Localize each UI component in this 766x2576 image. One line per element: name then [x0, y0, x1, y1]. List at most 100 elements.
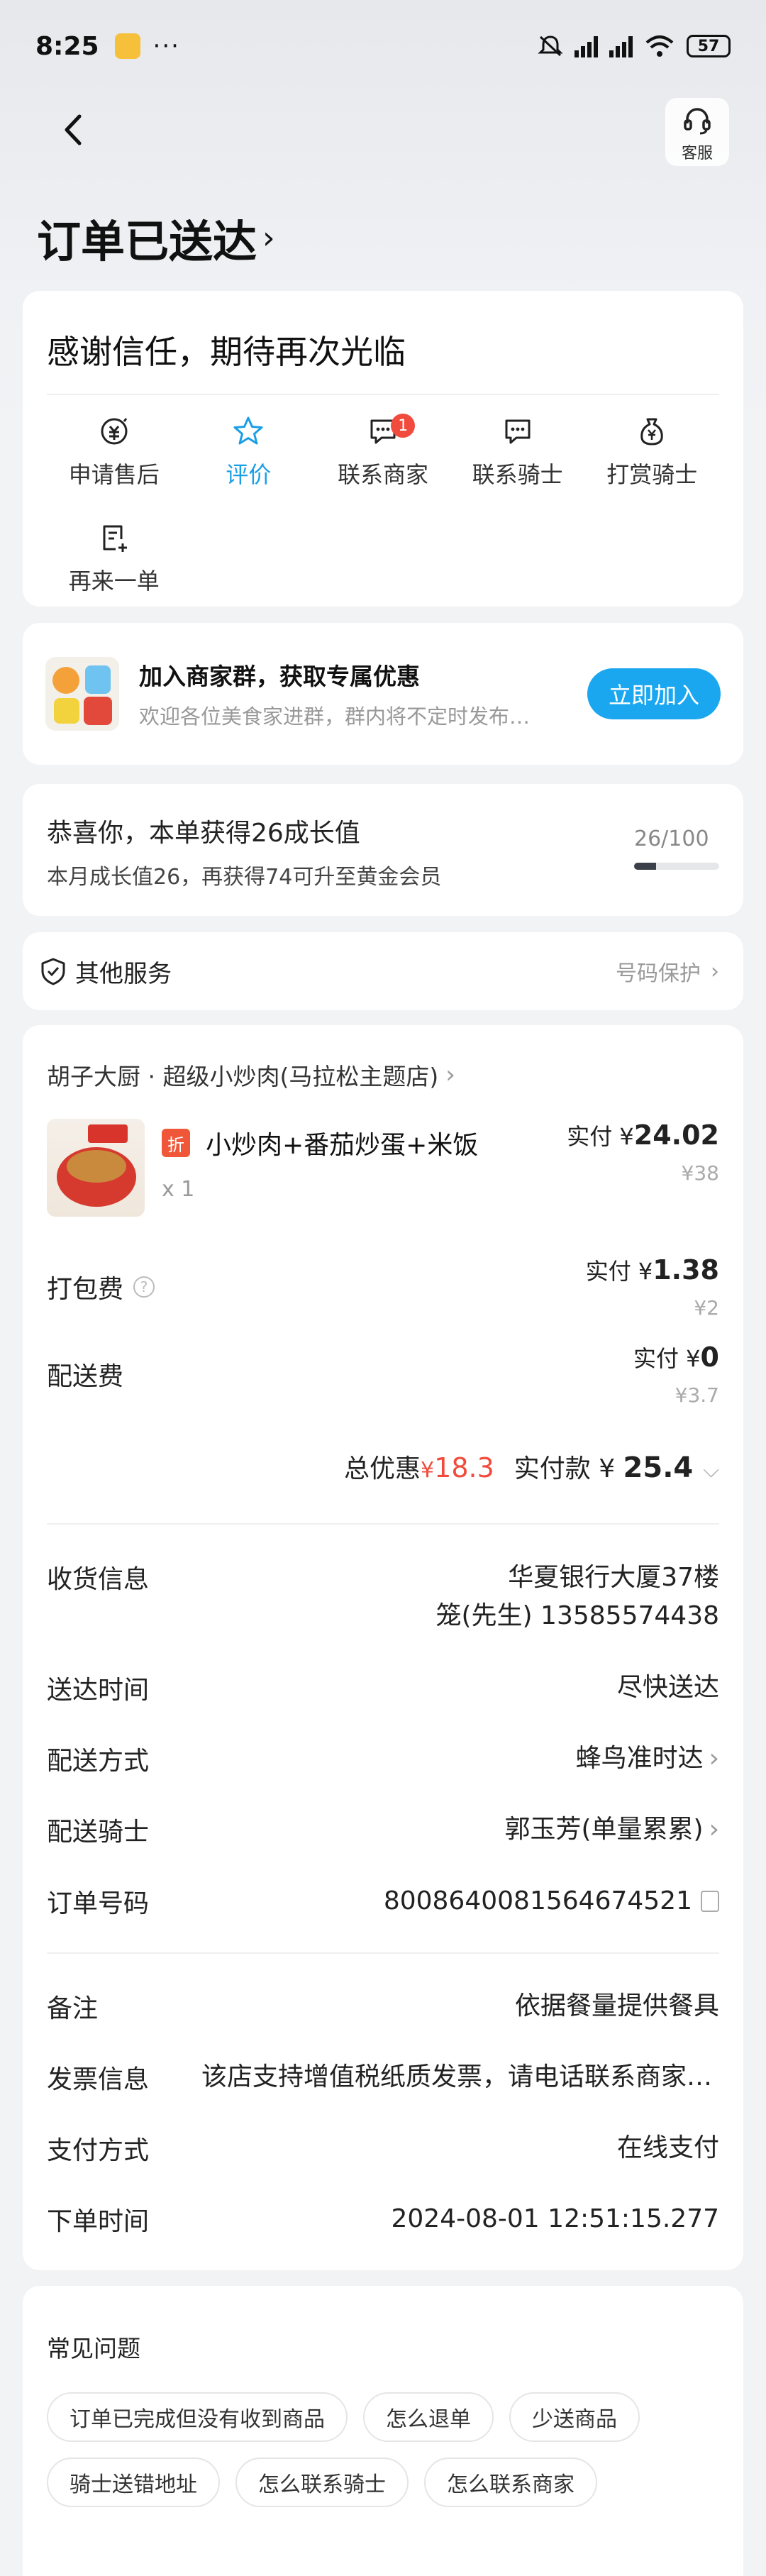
- payment-label: 支付方式: [47, 2136, 150, 2166]
- headset-icon: [684, 108, 711, 135]
- paid-prefix: 实付 ¥: [633, 1345, 701, 1372]
- item-original-price: ¥38: [681, 1161, 719, 1185]
- order-time-value: 2024-08-01 12:51:15.277: [391, 2204, 720, 2234]
- packing-fee-label: 打包费: [47, 1274, 124, 1304]
- faq-chip[interactable]: 怎么退单: [363, 2392, 494, 2442]
- action-label: 再来一单: [68, 568, 160, 595]
- group-title: 加入商家群，获取专属优惠: [139, 663, 420, 690]
- delivery-method-label: 配送方式: [47, 1747, 150, 1776]
- faq-card: 常见问题 订单已完成但没有收到商品 怎么退单 少送商品 骑士送错地址 怎么联系骑…: [23, 2286, 743, 2576]
- growth-subtitle: 本月成长值26，再获得74可升至黄金会员: [47, 865, 442, 890]
- invoice-row[interactable]: 发票信息 该店支持增值税纸质发票，请电话联系商家开具: [47, 2059, 719, 2096]
- item-name: 小炒肉+番茄炒蛋+米饭: [206, 1131, 479, 1160]
- payment-value: 在线支付: [616, 2133, 719, 2163]
- divider: [47, 1952, 719, 1954]
- group-thumbnail: [45, 657, 119, 731]
- total-discount: 18.3: [434, 1452, 494, 1483]
- after-sale-icon: [101, 418, 128, 445]
- order-time-row: 下单时间 2024-08-01 12:51:15.277: [47, 2201, 719, 2238]
- delivery-fee-label: 配送费: [47, 1361, 124, 1391]
- back-icon[interactable]: [57, 112, 92, 148]
- order-item[interactable]: 折 小炒肉+番茄炒蛋+米饭 x 1 实付 ¥24.02 ¥38: [47, 1119, 719, 1218]
- chevron-down-icon: ⌵: [703, 1458, 719, 1483]
- mute-icon: [538, 35, 563, 57]
- discount-currency: ¥: [421, 1458, 435, 1483]
- signal-icon-2: [609, 35, 633, 57]
- faq-chip[interactable]: 少送商品: [509, 2392, 640, 2442]
- order-number-label: 订单号码: [47, 1889, 150, 1918]
- delivery-time-row: 送达时间 尽快送达: [47, 1669, 719, 1706]
- total-discount-label: 总优惠: [344, 1454, 421, 1483]
- faq-chip[interactable]: 怎么联系骑士: [235, 2458, 409, 2507]
- page-title[interactable]: 订单已送达 ›: [37, 206, 275, 270]
- chevron-right-icon: ›: [709, 1815, 719, 1845]
- action-label: 联系商家: [337, 461, 428, 488]
- contact-rider-button[interactable]: 联系骑士: [450, 409, 585, 494]
- chat-icon: [505, 419, 531, 444]
- shield-check-icon: [41, 958, 65, 985]
- signal-icon: [574, 35, 598, 57]
- contact-value: 笼(先生) 13585574438: [435, 1601, 719, 1630]
- other-services-row[interactable]: 其他服务 号码保护 ›: [23, 932, 743, 1010]
- order-actions-card: 感谢信任，期待再次光临 申请售后 评价 1 联系商家 联系骑士 打赏骑士 再来一…: [23, 291, 743, 607]
- item-quantity: x 1: [162, 1177, 195, 1202]
- number-protection-label: 号码保护: [616, 961, 701, 986]
- wifi-icon: [645, 35, 674, 57]
- copy-icon[interactable]: [701, 1890, 719, 1912]
- other-services-title: 其他服务: [75, 959, 172, 988]
- order-totals[interactable]: 总优惠 ¥18.3 实付款 ¥ 25.4 ⌵: [47, 1448, 719, 1491]
- address-value: 华夏银行大厦37楼: [508, 1563, 719, 1592]
- notification-app-icon: [114, 33, 140, 59]
- customer-service-button[interactable]: 客服: [665, 98, 729, 166]
- delivery-method-row[interactable]: 配送方式 蜂鸟准时达 ›: [47, 1740, 719, 1777]
- total-paid-label: 实付款 ¥: [514, 1454, 623, 1483]
- invoice-label: 发票信息: [47, 2064, 150, 2094]
- tip-rider-button[interactable]: 打赏骑士: [584, 409, 719, 494]
- order-time-label: 下单时间: [47, 2207, 150, 2237]
- delivery-fee-row: 配送费 实付 ¥0 ¥3.7: [47, 1341, 719, 1407]
- money-bag-icon: [640, 418, 663, 446]
- shop-name-link[interactable]: 胡子大厨 · 超级小炒肉(马拉松主题店) ›: [47, 1025, 719, 1092]
- delivery-time-value: 尽快送达: [616, 1673, 719, 1702]
- invoice-value: 该店支持增值税纸质发票，请电话联系商家开具: [201, 2062, 719, 2091]
- paid-prefix: 实付 ¥: [567, 1123, 634, 1150]
- discount-tag: 折: [162, 1129, 190, 1157]
- paid-prefix: 实付 ¥: [585, 1258, 653, 1285]
- payment-row: 支付方式 在线支付: [47, 2130, 719, 2167]
- faq-chip[interactable]: 订单已完成但没有收到商品: [47, 2392, 348, 2442]
- delivery-fee-paid: 0: [700, 1342, 719, 1373]
- order-number-row: 订单号码 8008640081564674521: [47, 1883, 719, 1920]
- review-button[interactable]: 评价: [182, 409, 316, 494]
- contact-merchant-button[interactable]: 1 联系商家: [316, 409, 450, 494]
- join-group-button[interactable]: 立即加入: [587, 668, 721, 719]
- chevron-right-icon: ›: [709, 1744, 719, 1774]
- customer-service-label: 客服: [681, 145, 713, 162]
- faq-chip[interactable]: 怎么联系商家: [424, 2458, 597, 2507]
- reorder-button[interactable]: 再来一单: [47, 516, 182, 601]
- rider-row[interactable]: 配送骑士 郭玉芳(单量累累) ›: [47, 1811, 719, 1848]
- item-paid-price: 24.02: [633, 1120, 719, 1151]
- unread-badge: 1: [391, 414, 416, 438]
- growth-progress: 26/100: [634, 827, 719, 870]
- order-number-value: 8008640081564674521: [383, 1886, 692, 1916]
- growth-count: 26/100: [634, 827, 709, 851]
- delivery-time-label: 送达时间: [47, 1676, 150, 1705]
- status-bar: 8:25 ··· 57: [0, 0, 766, 92]
- note-label: 备注: [47, 1994, 99, 2023]
- delivery-fee-original: ¥3.7: [675, 1383, 719, 1407]
- action-label: 联系骑士: [472, 461, 563, 488]
- help-icon[interactable]: ?: [133, 1276, 155, 1298]
- star-icon: [233, 416, 263, 445]
- top-nav: 客服: [0, 92, 766, 170]
- order-details-card: 胡子大厨 · 超级小炒肉(马拉松主题店) › 折 小炒肉+番茄炒蛋+米饭 x 1…: [23, 1025, 743, 2270]
- faq-chip[interactable]: 骑士送错地址: [47, 2458, 220, 2507]
- battery-icon: 57: [687, 35, 731, 57]
- apply-after-sale-button[interactable]: 申请售后: [47, 409, 182, 494]
- address-row: 收货信息 华夏银行大厦37楼 笼(先生) 13585574438: [47, 1559, 719, 1635]
- order-status-title: 订单已送达: [37, 216, 257, 267]
- rider-label: 配送骑士: [47, 1818, 150, 1847]
- merchant-group-card[interactable]: 加入商家群，获取专属优惠 欢迎各位美食家进群，群内将不定时发布… 立即加入: [23, 623, 743, 765]
- growth-card: 恭喜你，本单获得26成长值 本月成长值26，再获得74可升至黄金会员 26/10…: [23, 784, 743, 916]
- more-notifications-icon: ···: [152, 32, 180, 60]
- faq-title: 常见问题: [47, 2335, 140, 2362]
